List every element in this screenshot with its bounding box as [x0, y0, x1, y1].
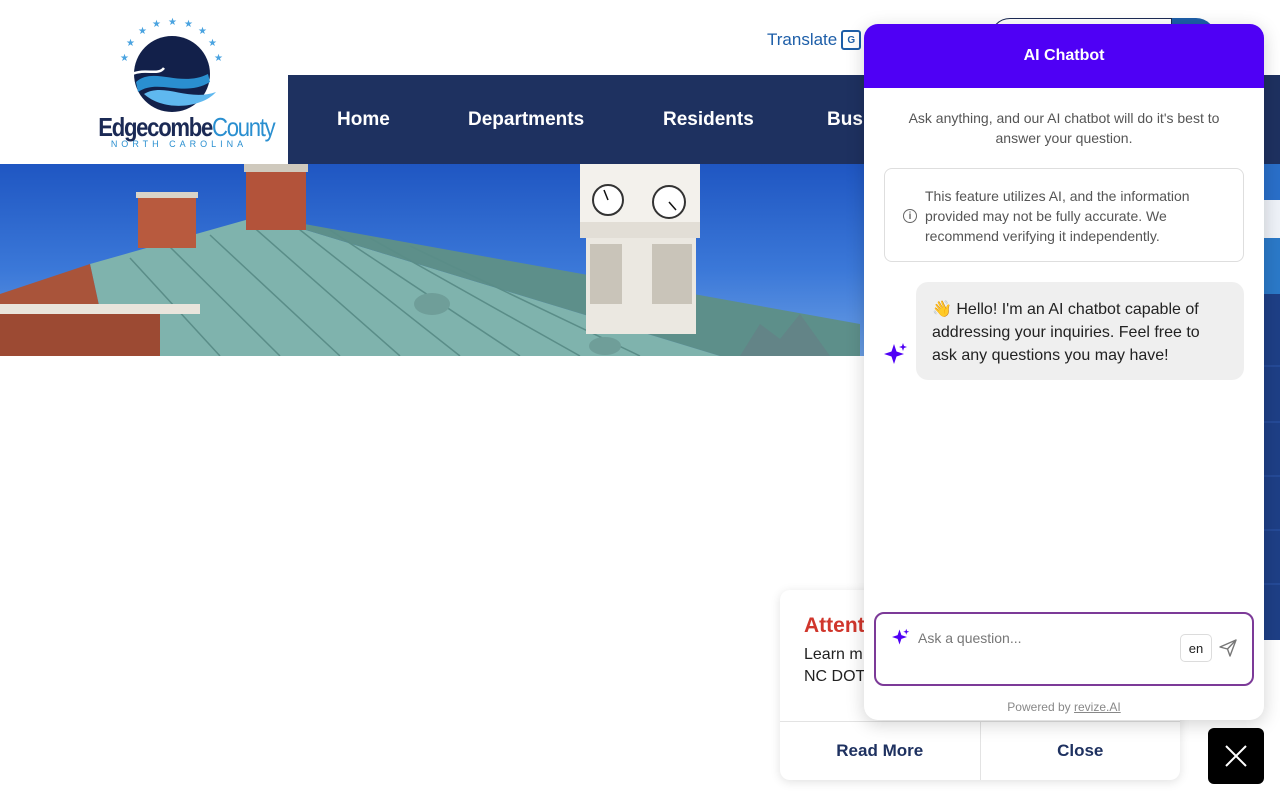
logo-star: ★ — [214, 53, 223, 64]
logo-star: ★ — [208, 38, 217, 49]
page: ★ ★ ★ ★ ★ ★ ★ ★ ★ EdgecombeCounty NORTH … — [0, 0, 1280, 800]
nav-item-home[interactable]: Home — [337, 109, 390, 131]
alert-title: Attent — [804, 614, 865, 637]
chat-close-button[interactable] — [1208, 728, 1264, 784]
language-selector[interactable]: en — [1180, 634, 1212, 662]
sparkle-icon — [892, 628, 910, 645]
bot-message: 👋 Hello! I'm an AI chatbot capable of ad… — [916, 282, 1244, 380]
chat-question-input[interactable] — [918, 626, 1168, 650]
send-icon[interactable] — [1218, 638, 1238, 658]
side-quicklinks[interactable] — [1264, 164, 1280, 640]
county-logo[interactable]: ★ ★ ★ ★ ★ ★ ★ ★ ★ EdgecombeCounty NORTH … — [84, 16, 275, 156]
hero-image — [0, 164, 864, 356]
sparkle-icon — [884, 343, 907, 364]
powered-by: Powered by revize.AI — [864, 700, 1264, 714]
chatbot-panel: AI Chatbot Ask anything, and our AI chat… — [864, 24, 1264, 720]
logo-star: ★ — [168, 17, 177, 28]
logo-star: ★ — [198, 26, 207, 37]
powered-by-text: Powered by — [1007, 700, 1071, 714]
logo-star: ★ — [126, 38, 135, 49]
nav-item-departments[interactable]: Departments — [468, 109, 584, 131]
chatbot-header: AI Chatbot — [864, 24, 1264, 88]
logo-star: ★ — [120, 53, 129, 64]
logo-star: ★ — [184, 19, 193, 30]
courthouse-illustration — [0, 164, 860, 356]
translate-icon: G — [841, 30, 862, 50]
logo-name: EdgecombeCounty — [98, 112, 275, 142]
chatbot-intro: Ask anything, and our AI chatbot will do… — [908, 110, 1220, 146]
logo-name-part2: County — [212, 112, 276, 142]
revize-ai-link[interactable]: revize.AI — [1074, 700, 1121, 714]
nav-item-business[interactable]: Busi — [827, 109, 868, 131]
logo-wordmark: EdgecombeCounty NORTH CAROLINA — [84, 112, 275, 149]
logo-emblem: ★ ★ ★ ★ ★ ★ ★ ★ ★ — [120, 17, 223, 112]
logo-star: ★ — [138, 26, 147, 37]
chat-composer: en — [874, 612, 1254, 686]
nav-item-residents[interactable]: Residents — [663, 109, 754, 131]
logo-name-part1: Edgecombe — [98, 112, 213, 142]
alert-actions: Read More Close — [780, 721, 1180, 780]
translate-label: Translate — [767, 30, 838, 49]
ai-disclaimer: i This feature utilizes AI, and the info… — [884, 168, 1244, 262]
read-more-button[interactable]: Read More — [780, 722, 980, 780]
disclaimer-text: This feature utilizes AI, and the inform… — [925, 188, 1190, 244]
logo-star: ★ — [152, 19, 161, 30]
info-icon: i — [903, 209, 917, 223]
close-icon — [1225, 745, 1247, 767]
translate-link[interactable]: Translate G — [767, 30, 862, 50]
alert-close-button[interactable]: Close — [979, 722, 1181, 780]
